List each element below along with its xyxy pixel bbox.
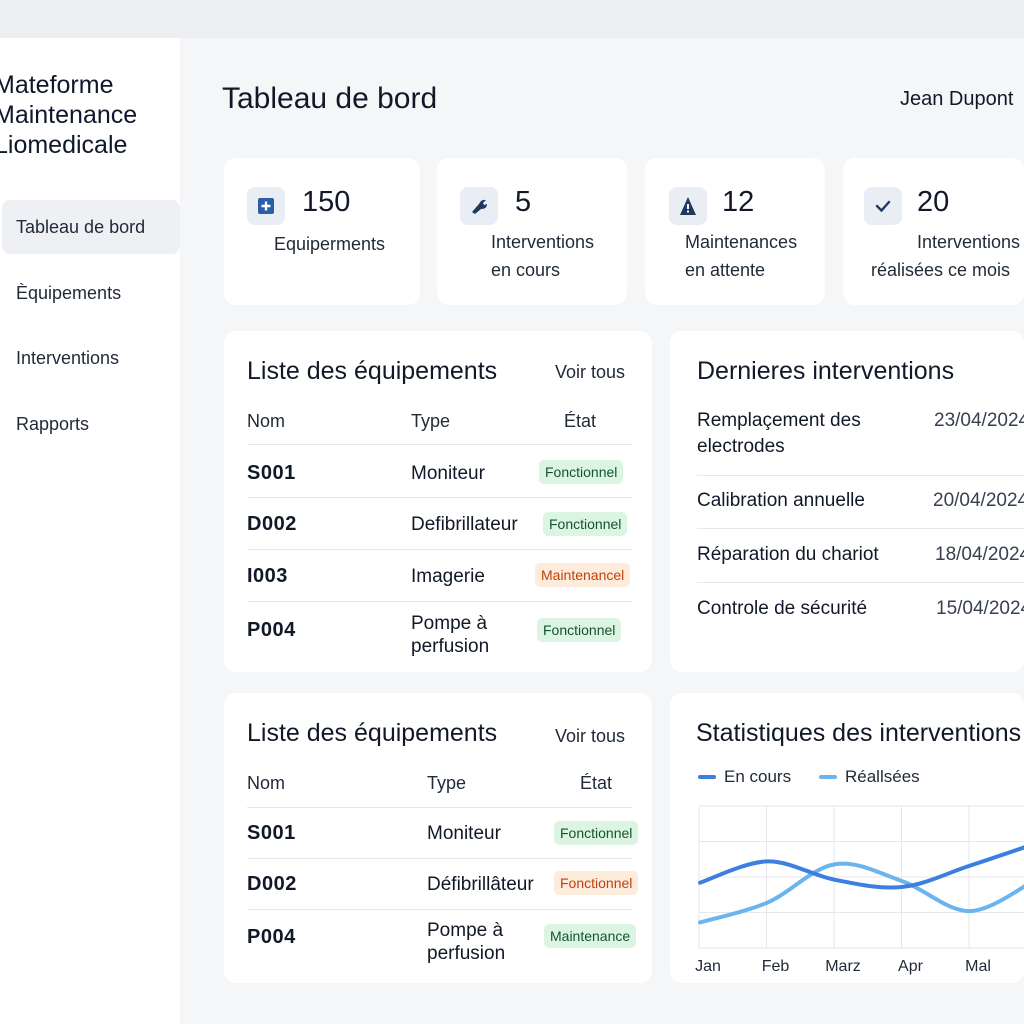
divider [697,528,1024,529]
page-title: Tableau de bord [222,82,438,115]
divider [697,582,1024,583]
divider [247,807,632,808]
kpi-value: 150 [302,186,351,218]
equipment-type: Défibrillâteur [427,874,534,895]
status-badge: Maintenancel [535,563,631,587]
x-tick-label: Jan [695,958,721,975]
status-badge: Fonctionnel [543,512,628,536]
kpi-value: 20 [917,186,950,218]
column-header-etat[interactable]: État [564,411,596,432]
x-tick-label: Mal [965,958,991,975]
kpi-label: Maintenances en attente [685,232,798,280]
divider [247,444,632,445]
column-header-nom[interactable]: Nom [247,411,285,432]
divider [247,601,632,602]
intervention-date: 23/04/2024 [934,410,1024,431]
sidebar-item-label: Tableau de bord [16,216,146,237]
equipment-type: Defibrillateur [411,514,518,535]
intervention-name: Controle de sécurité [697,598,868,619]
divider [247,858,632,859]
sidebar-item-interventions[interactable]: Interventions [2,331,180,385]
kpi-label: Equiperments [274,234,386,254]
series-line-realisees[interactable] [698,861,1024,925]
brand-line-3: Liomedicale [0,131,128,159]
card-title: Liste des équipements [247,719,498,747]
column-header-etat[interactable]: État [580,773,612,794]
x-tick-label: Marz [825,958,861,975]
equipment-type: Pompe à perfusion [427,920,506,964]
see-all-link[interactable]: Voir tous [555,362,625,383]
see-all-link[interactable]: Voir tous [555,726,625,747]
user-name[interactable]: Jean Dupont [900,88,1013,111]
latest-interventions-card: Dernieres interventions Remplaçement des… [670,331,1024,672]
sidebar-item-label: Rapports [16,413,90,434]
intervention-date: 20/04/2024 [933,490,1024,511]
kpi-card-interventions-realisees[interactable]: 20 Interventions réalisées ce mois [843,158,1024,305]
kpi-label: Interventions réalisées ce mois [871,232,1021,280]
equipment-id: I003 [247,565,288,587]
kpi-card-maintenances-en-attente[interactable]: 12 Maintenances en attente [645,158,825,305]
equipment-type: Pompe à perfusion [411,613,490,657]
equipment-id: S001 [247,822,296,844]
line-chart: JanFebMarzAprMalDec [695,805,1024,975]
sidebar-item-dashboard[interactable]: Tableau de bord [2,200,180,254]
intervention-date: 18/04/2024 [935,544,1024,565]
wrench-icon [460,187,498,225]
column-header-type[interactable]: Type [427,773,466,794]
equipment-type: Imagerie [411,566,485,587]
equipment-type: Moniteur [411,463,485,484]
brand-title: Mateforme Maintenance Liomedicale [0,70,184,160]
divider [697,475,1024,476]
intervention-name: Remplaçement des electrodes [697,410,861,457]
sidebar-item-equipements[interactable]: Èquipements [2,266,180,320]
kpi-value: 12 [722,186,755,218]
kpi-card-interventions-en-cours[interactable]: 5 Interventions en cours [437,158,627,305]
column-header-type[interactable]: Type [411,411,450,432]
equipment-id: P004 [247,619,296,641]
status-badge: Fonctionnel [554,871,639,895]
status-badge: Fonctionnel [554,821,639,845]
intervention-stats-card: Statistiques des interventions En cours … [670,693,1024,983]
equipment-type: Moniteur [427,823,501,844]
status-badge: Maintenance [544,924,637,948]
window-top-strip [0,0,1024,38]
brand-line-1: Mateforme [0,71,114,99]
x-tick-label: Apr [898,958,924,975]
equipment-list-card: Liste des équipements Voir tous Nom Type… [224,331,652,672]
status-badge: Fonctionnel [539,460,624,484]
intervention-name: Calibration annuelle [697,490,865,511]
check-icon [864,187,902,225]
kpi-card-equipments[interactable]: 150 Equiperments [224,158,420,305]
intervention-date: 15/04/2024 [936,598,1024,619]
divider [247,497,632,498]
sidebar: Mateforme Maintenance Liomedicale Tablea… [0,38,180,1024]
card-title: Liste des équipements [247,357,498,385]
brand-line-2: Maintenance [0,101,138,129]
divider [247,909,632,910]
column-header-nom[interactable]: Nom [247,773,285,794]
sidebar-item-label: Èquipements [16,282,122,303]
x-tick-label: Feb [762,958,790,975]
equipment-id: S001 [247,462,296,484]
kpi-value: 5 [515,186,532,218]
status-badge: Fonctionnel [537,618,622,642]
equipment-id: D002 [247,513,297,535]
equipment-list-card-2: Liste des équipements Voir tous Nom Type… [224,693,652,983]
card-title: Dernieres interventions [697,357,955,385]
divider [247,549,632,550]
intervention-name: Réparation du chariot [697,544,879,565]
warning-icon [669,187,707,225]
equipment-id: D002 [247,873,297,895]
kpi-label: Interventions en cours [491,232,595,280]
plus-square-icon [247,187,285,225]
sidebar-item-rapports[interactable]: Rapports [2,397,180,451]
equipment-id: P004 [247,926,296,948]
sidebar-item-label: Interventions [16,347,120,368]
